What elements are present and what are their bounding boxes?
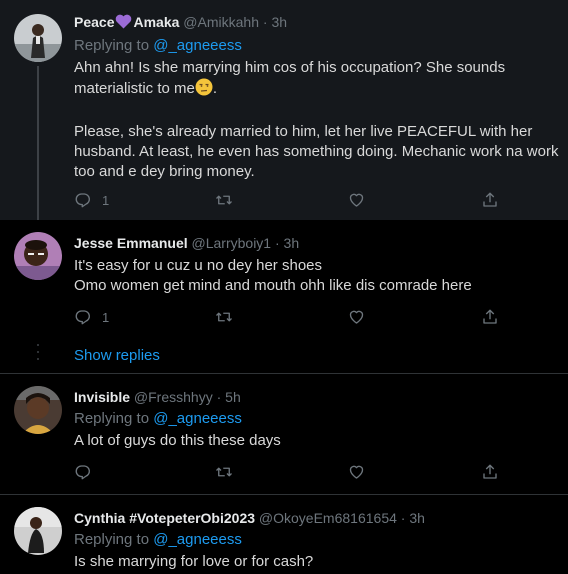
user-handle[interactable]: @Amikkahh [183, 14, 259, 30]
timestamp[interactable]: 5h [225, 389, 241, 405]
separator-dot: · [400, 510, 406, 526]
show-replies-link[interactable]: Show replies [74, 347, 160, 365]
retweet-button[interactable] [214, 307, 234, 327]
reply-count: 1 [102, 192, 110, 208]
like-button[interactable] [347, 462, 366, 482]
tweet-header: Invisible @Fresshhyy · 5h [74, 388, 560, 406]
avatar[interactable] [14, 507, 62, 555]
tweet-actions: 1 [74, 307, 514, 327]
replying-to: Replying to @_agneeess [74, 37, 242, 54]
avatar[interactable] [14, 386, 62, 434]
heart-icon [349, 310, 364, 324]
share-button[interactable] [481, 307, 499, 327]
display-name[interactable]: Invisible [74, 389, 130, 405]
reply-icon [75, 193, 90, 208]
tweet-text: A lot of guys do this these days [74, 432, 281, 449]
share-icon [483, 464, 497, 479]
display-name[interactable]: Peace Amaka [74, 14, 179, 30]
tweet-text: It's easy for u cuz u no dey her shoes O… [74, 257, 472, 294]
reply-icon [75, 310, 90, 325]
user-handle[interactable]: @OkoyeEm68161654 [259, 510, 397, 526]
tweet-cynthia[interactable]: Cynthia #VotepeterObi2023 @OkoyeEm681616… [0, 495, 568, 574]
retweet-icon [216, 195, 232, 205]
retweet-icon [216, 467, 232, 477]
share-icon [483, 309, 497, 324]
share-button[interactable] [481, 462, 499, 482]
replying-to: Replying to @_agneeess [74, 531, 242, 548]
user-handle[interactable]: @Larryboiy1 [192, 235, 272, 251]
mention-link[interactable]: @_agneeess [153, 37, 242, 54]
tweet-actions: 1 [74, 190, 514, 210]
tweet-header: Cynthia #VotepeterObi2023 @OkoyeEm681616… [74, 509, 560, 527]
display-name[interactable]: Jesse Emmanuel [74, 235, 188, 251]
reply-count: 1 [102, 309, 110, 325]
heart-icon [349, 465, 364, 479]
timestamp[interactable]: 3h [409, 510, 425, 526]
retweet-icon [216, 312, 232, 322]
mention-link[interactable]: @_agneeess [153, 531, 242, 548]
tweet-invisible[interactable]: Invisible @Fresshhyy · 5h Replying to @_… [0, 374, 568, 494]
retweet-button[interactable] [214, 462, 234, 482]
purple-heart-icon [115, 14, 132, 33]
reply-button[interactable] [74, 462, 92, 482]
reply-icon [75, 465, 90, 480]
unamused-face-emoji [195, 78, 213, 102]
tweet-header: Peace Amaka @Amikkahh · 3h [74, 13, 560, 33]
timestamp[interactable]: 3h [284, 235, 300, 251]
share-icon [483, 192, 497, 207]
avatar[interactable] [14, 232, 62, 280]
timestamp[interactable]: 3h [271, 14, 287, 30]
user-handle[interactable]: @Fresshhyy [134, 389, 213, 405]
tweet-actions [74, 462, 514, 482]
like-button[interactable] [347, 190, 366, 210]
mention-link[interactable]: @_agneeess [153, 410, 242, 427]
share-button[interactable] [481, 190, 499, 210]
tweet-text: Ahn ahn! Is she marrying him cos of his … [74, 59, 559, 180]
tweet-header: Jesse Emmanuel @Larryboiy1 · 3h [74, 234, 560, 252]
retweet-button[interactable] [214, 190, 234, 210]
thread-line [37, 66, 39, 220]
tweet-text: Is she marrying for love or for cash? [74, 553, 314, 570]
reply-button[interactable]: 1 [74, 190, 109, 210]
avatar[interactable] [14, 14, 62, 62]
replying-to: Replying to @_agneeess [74, 410, 242, 427]
separator-dot: · [262, 14, 268, 30]
thread-continuation-dots [37, 342, 39, 366]
reply-button[interactable]: 1 [74, 307, 109, 327]
display-name[interactable]: Cynthia #VotepeterObi2023 [74, 510, 255, 526]
tweet-peace-amaka[interactable]: Peace Amaka @Amikkahh · 3h Replying to @_… [0, 0, 568, 220]
heart-icon [349, 193, 364, 207]
like-button[interactable] [347, 307, 366, 327]
separator-dot: · [274, 235, 280, 251]
separator-dot: · [216, 389, 222, 405]
